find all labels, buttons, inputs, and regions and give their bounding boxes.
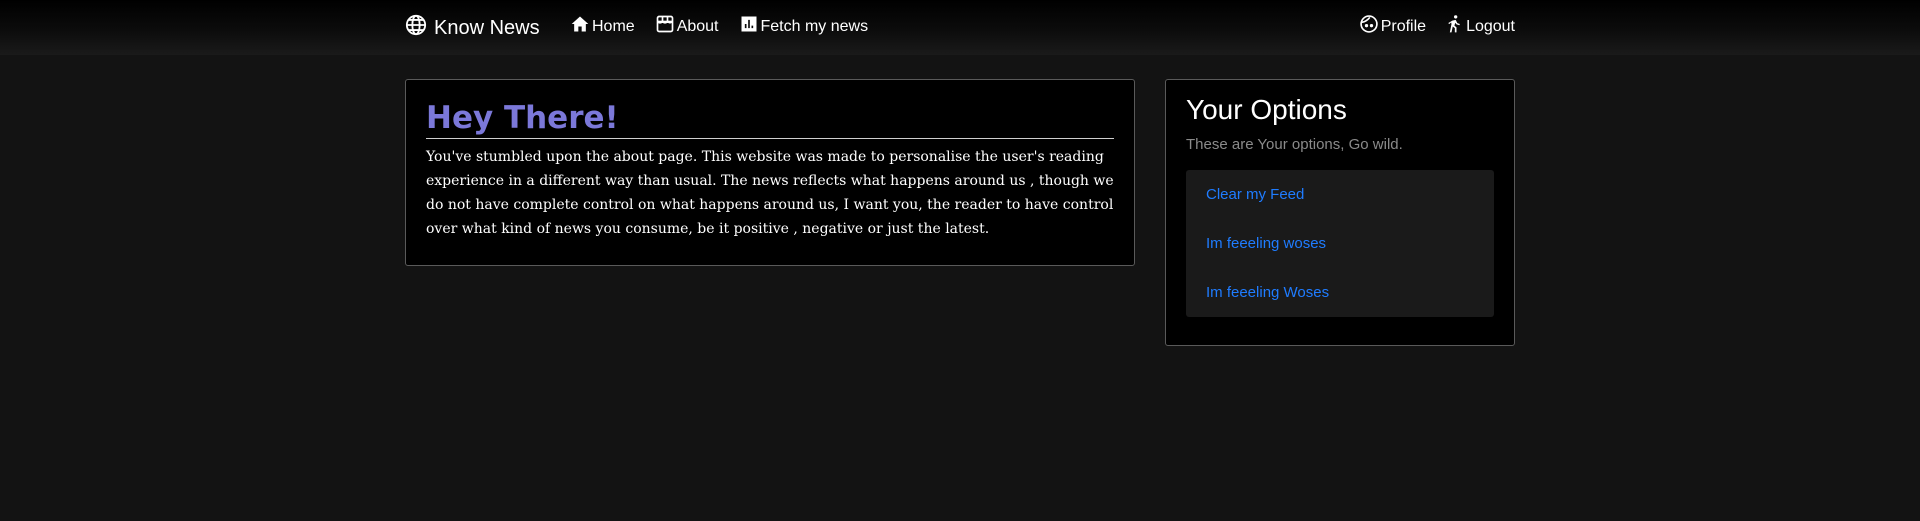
top-navbar: Know News Home About Fetch my news Profi… (0, 0, 1920, 55)
chart-icon (741, 16, 756, 32)
about-card: Hey There! You've stumbled upon the abou… (405, 79, 1135, 266)
navbar-container: Know News Home About Fetch my news Profi… (405, 0, 1515, 55)
running-person-icon (1448, 15, 1460, 33)
option-feeling-woses[interactable]: Im feeeling woses (1186, 223, 1494, 272)
nav-link-fetch-news-label: Fetch my news (760, 18, 869, 35)
nav-link-fetch-news[interactable]: Fetch my news (739, 16, 869, 38)
options-card: Your Options These are Your options, Go … (1165, 79, 1515, 346)
store-icon (656, 15, 674, 33)
nav-link-profile-label: Profile (1380, 18, 1427, 35)
nav-link-about[interactable]: About (655, 15, 719, 38)
about-body: You've stumbled upon the about page. Thi… (426, 149, 1114, 237)
globe-icon (405, 14, 427, 36)
nav-link-about-label: About (676, 18, 719, 35)
nav-link-logout-label: Logout (1466, 18, 1515, 35)
nav-user-links: Profile Logout (1359, 15, 1515, 38)
nav-link-logout[interactable]: Logout (1444, 15, 1515, 38)
options-subtitle: These are Your options, Go wild. (1186, 136, 1403, 153)
options-list: Clear my Feed Im feeeling woses Im feeel… (1186, 170, 1494, 317)
brand-link[interactable]: Know News (405, 13, 540, 43)
option-feeling-woses-capital[interactable]: Im feeeling Woses (1186, 272, 1494, 321)
option-clear-feed[interactable]: Clear my Feed (1186, 174, 1494, 223)
nav-link-profile[interactable]: Profile (1359, 15, 1427, 38)
about-title: Hey There! (426, 98, 1114, 139)
home-icon (571, 16, 589, 32)
options-title: Your Options (1186, 94, 1347, 125)
nav-link-home[interactable]: Home (570, 16, 635, 38)
face-icon (1359, 15, 1378, 33)
nav-link-home-label: Home (592, 18, 635, 35)
nav-main-links: Home About Fetch my news (570, 15, 869, 38)
brand-label: Know News (434, 16, 540, 39)
